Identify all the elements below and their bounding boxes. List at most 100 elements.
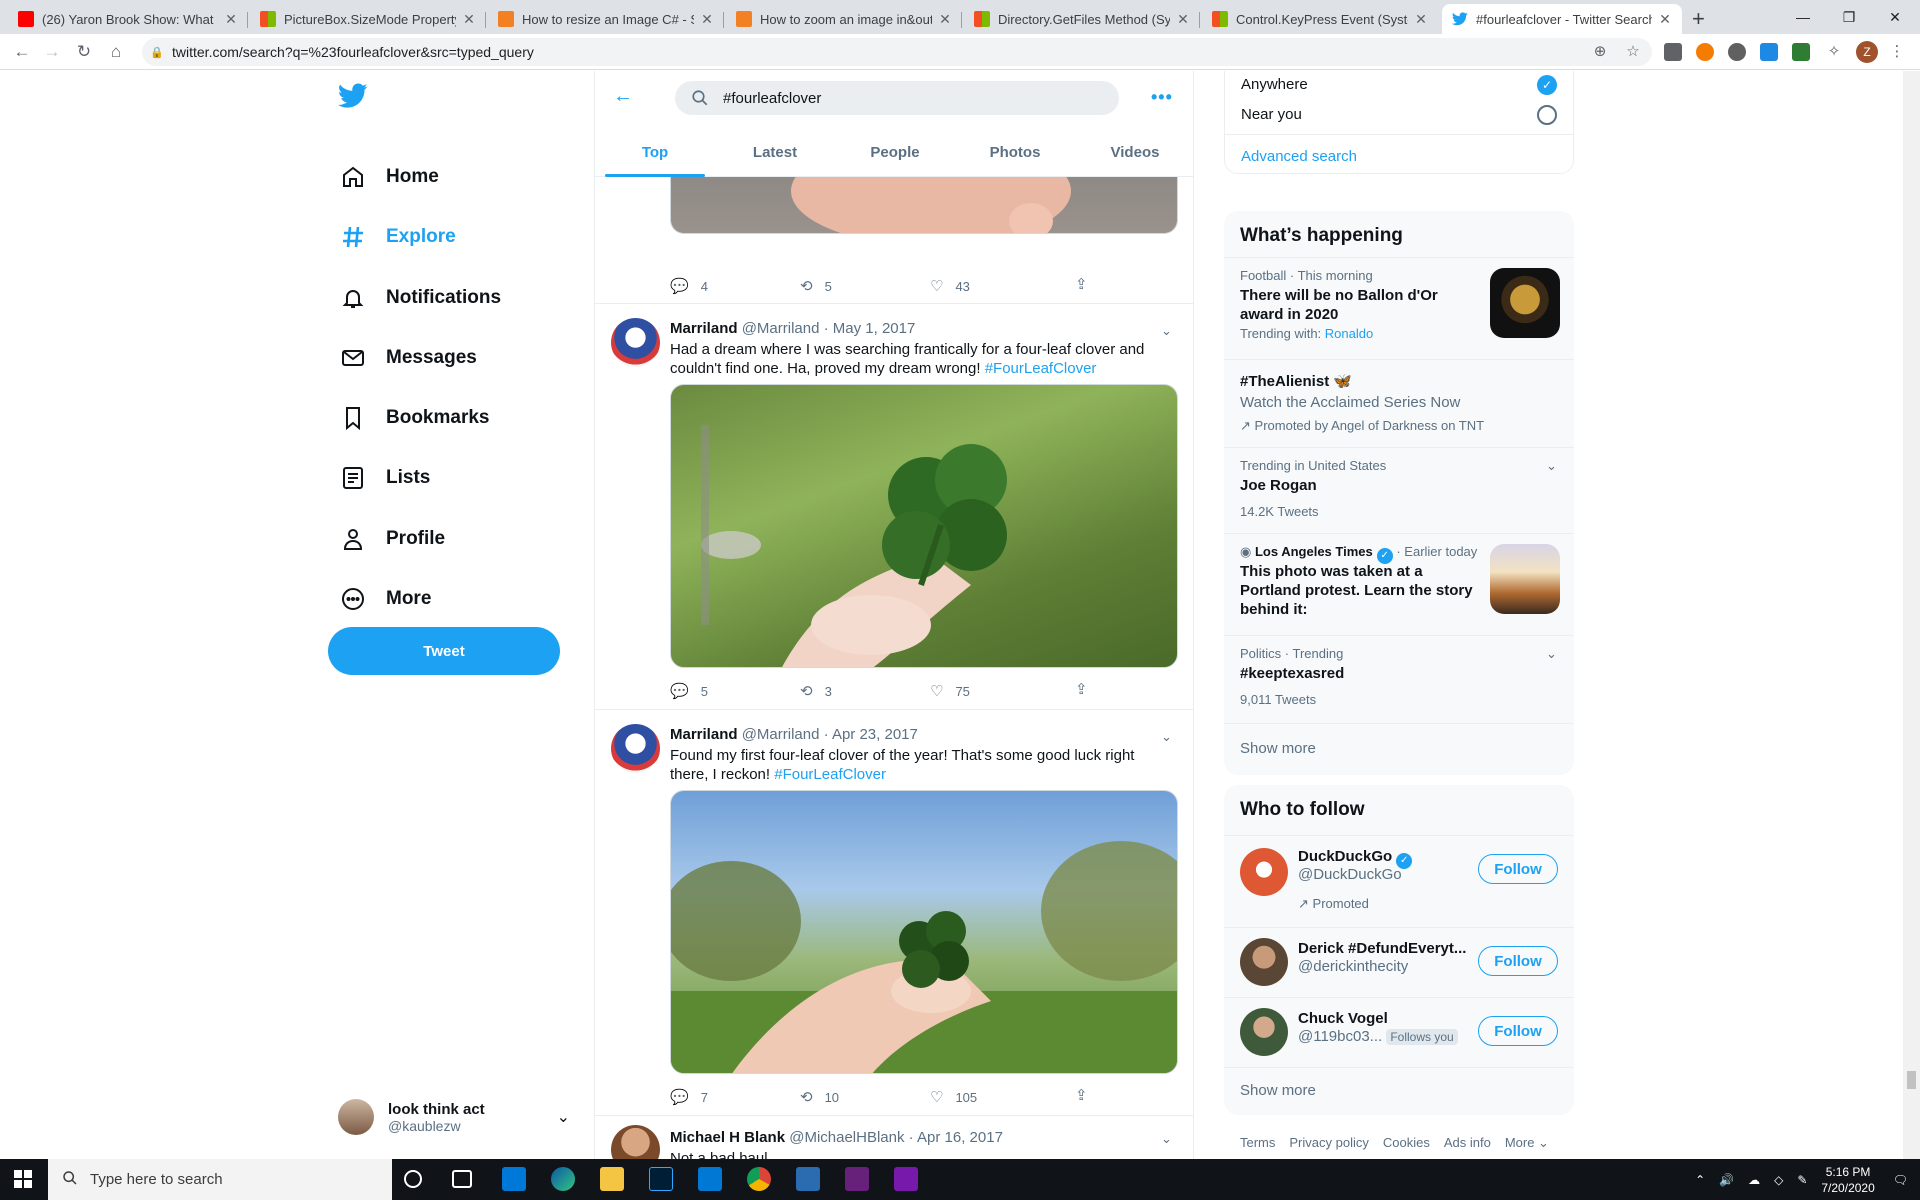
close-tab-icon[interactable]: ✕	[462, 11, 476, 28]
browser-tab[interactable]: (26) Yaron Brook Show: What is C✕	[8, 4, 248, 34]
share-icon[interactable]: ⇪	[1075, 1086, 1088, 1104]
extension-g-icon[interactable]	[1664, 43, 1682, 61]
tweet-author-name[interactable]: Marriland	[670, 726, 738, 743]
tweet-author-name[interactable]: Marriland	[670, 320, 738, 337]
tab-photos[interactable]: Photos	[955, 127, 1075, 177]
home-browser-icon[interactable]: ⌂	[104, 40, 128, 64]
share-icon[interactable]: ⇪	[1075, 680, 1088, 698]
nav-bookmarks[interactable]: Bookmarks	[340, 398, 490, 438]
retweet-button[interactable]: ⟲ 5	[800, 276, 930, 296]
close-tab-icon[interactable]: ✕	[700, 11, 714, 28]
chevron-up-icon[interactable]: ⌃	[1695, 1173, 1705, 1187]
like-button[interactable]: ♡ 105	[930, 1087, 1060, 1107]
hashtag-link[interactable]: #FourLeafClover	[985, 360, 1097, 377]
reply-button[interactable]: 💬 4	[670, 276, 800, 296]
address-bar[interactable]: 🔒 twitter.com/search?q=%23fourleafclover…	[142, 38, 1652, 66]
snipping-tool-icon[interactable]	[796, 1167, 820, 1191]
reply-button[interactable]: 💬 5	[670, 681, 800, 701]
account-switcher[interactable]: look think act @kaublezw ⌄	[338, 1091, 578, 1143]
chevron-down-icon[interactable]: ⌄	[1546, 646, 1557, 662]
task-view-icon[interactable]	[452, 1170, 472, 1188]
chevron-down-icon[interactable]: ⌄	[1546, 458, 1557, 474]
radio-anywhere[interactable]: ✓	[1537, 75, 1557, 95]
mail-icon[interactable]	[698, 1167, 722, 1191]
tweet-date[interactable]: Apr 16, 2017	[917, 1129, 1003, 1146]
footer-link[interactable]: Ads info	[1444, 1135, 1491, 1151]
visual-studio-icon[interactable]	[845, 1167, 869, 1191]
advanced-search-link[interactable]: Advanced search	[1241, 148, 1357, 165]
retweet-button[interactable]: ⟲ 3	[800, 681, 930, 701]
minimize-icon[interactable]: —	[1780, 0, 1826, 34]
show-more-row[interactable]: Show more	[1224, 723, 1574, 775]
volume-icon[interactable]: 🔊	[1719, 1173, 1734, 1187]
browser-tab[interactable]: PictureBox.SizeMode Property (S✕	[250, 4, 486, 34]
nav-profile[interactable]: Profile	[340, 519, 445, 559]
tab-videos[interactable]: Videos	[1075, 127, 1193, 177]
file-explorer-icon[interactable]	[600, 1167, 624, 1191]
pen-icon[interactable]: ✎	[1797, 1173, 1807, 1187]
nav-home[interactable]: Home	[340, 157, 439, 197]
close-tab-icon[interactable]: ✕	[1176, 11, 1190, 28]
chevron-down-icon[interactable]: ⌄	[1161, 323, 1172, 339]
follow-button[interactable]: Follow	[1478, 1016, 1558, 1046]
close-tab-icon[interactable]: ✕	[1414, 11, 1428, 28]
tweet-button[interactable]: Tweet	[328, 627, 560, 675]
trend-item[interactable]: Trending in United States ⌄ Joe Rogan 14…	[1224, 447, 1574, 533]
onenote-icon[interactable]	[894, 1167, 918, 1191]
browser-tab[interactable]: Control.KeyPress Event (System.W✕	[1202, 4, 1438, 34]
hashtag-link[interactable]: #FourLeafClover	[774, 766, 886, 783]
windows-start-icon[interactable]	[14, 1170, 32, 1193]
close-tab-icon[interactable]: ✕	[224, 11, 238, 28]
browser-profile-avatar[interactable]: Z	[1856, 41, 1878, 63]
tweet-author-name[interactable]: Michael H Blank	[670, 1129, 785, 1146]
notifications-icon[interactable]: 🗨	[1893, 1173, 1908, 1187]
photoshop-icon[interactable]	[649, 1167, 673, 1191]
footer-link[interactable]: Terms	[1240, 1135, 1275, 1151]
edge-browser-icon[interactable]	[551, 1167, 575, 1191]
option-anywhere-label[interactable]: Anywhere	[1241, 76, 1308, 93]
option-near-you-label[interactable]: Near you	[1241, 106, 1302, 123]
browser-tab[interactable]: Directory.GetFiles Method (Syste ✕	[964, 4, 1200, 34]
tweet-date[interactable]: Apr 23, 2017	[832, 726, 918, 743]
browser-tab-active[interactable]: #fourleafclover - Twitter Search / ✕	[1442, 4, 1682, 34]
promoted-trend-item[interactable]: #TheAlienist 🦋 Watch the Acclaimed Serie…	[1224, 359, 1574, 447]
clock[interactable]: 5:16 PM 7/20/2020	[1821, 1164, 1874, 1196]
nav-notifications[interactable]: Notifications	[340, 278, 501, 318]
new-tab-icon[interactable]: +	[1692, 6, 1705, 32]
tab-people[interactable]: People	[835, 127, 955, 177]
forward-arrow-icon[interactable]: →	[40, 40, 64, 64]
browser-menu-icon[interactable]: ⋮	[1886, 40, 1908, 62]
back-arrow-icon[interactable]: ←	[613, 85, 633, 108]
tweet-photo[interactable]	[670, 790, 1178, 1074]
tab-latest[interactable]: Latest	[715, 127, 835, 177]
tweet-photo[interactable]	[670, 384, 1178, 668]
browser-tab[interactable]: How to zoom an image in&out in ✕	[726, 4, 962, 34]
search-input[interactable]: #fourleafclover	[675, 81, 1119, 115]
tweet-date[interactable]: May 1, 2017	[833, 320, 916, 337]
add-circle-icon[interactable]: ⊕	[1589, 40, 1611, 62]
bookmark-star-icon[interactable]: ☆	[1622, 40, 1644, 62]
footer-link[interactable]: Cookies	[1383, 1135, 1430, 1151]
like-button[interactable]: ♡ 75	[930, 681, 1060, 701]
extension-blue-icon[interactable]	[1760, 43, 1778, 61]
maximize-icon[interactable]: ❐	[1826, 0, 1872, 34]
page-scrollbar[interactable]	[1903, 71, 1920, 1159]
back-arrow-icon[interactable]: ←	[10, 40, 34, 64]
scrollbar-thumb[interactable]	[1907, 1071, 1916, 1089]
chevron-down-icon[interactable]: ⌄	[1161, 729, 1172, 745]
chevron-down-icon[interactable]: ⌄	[1161, 1131, 1172, 1147]
microsoft-store-icon[interactable]	[502, 1167, 526, 1191]
nav-explore[interactable]: Explore	[340, 217, 456, 257]
close-window-icon[interactable]: ✕	[1872, 0, 1918, 34]
follow-button[interactable]: Follow	[1478, 854, 1558, 884]
follow-button[interactable]: Follow	[1478, 946, 1558, 976]
retweet-button[interactable]: ⟲ 10	[800, 1087, 930, 1107]
twitter-logo-icon[interactable]	[338, 83, 368, 114]
reply-button[interactable]: 💬 7	[670, 1087, 800, 1107]
nav-messages[interactable]: Messages	[340, 338, 477, 378]
dropbox-icon[interactable]: ◇	[1774, 1173, 1783, 1187]
footer-link[interactable]: More ⌄	[1505, 1135, 1549, 1151]
follow-suggestion[interactable]: Derick #DefundEveryt... @derickinthecity…	[1224, 927, 1574, 997]
show-more-link[interactable]: Show more	[1240, 1082, 1316, 1099]
show-more-row[interactable]: Show more	[1224, 1067, 1574, 1115]
